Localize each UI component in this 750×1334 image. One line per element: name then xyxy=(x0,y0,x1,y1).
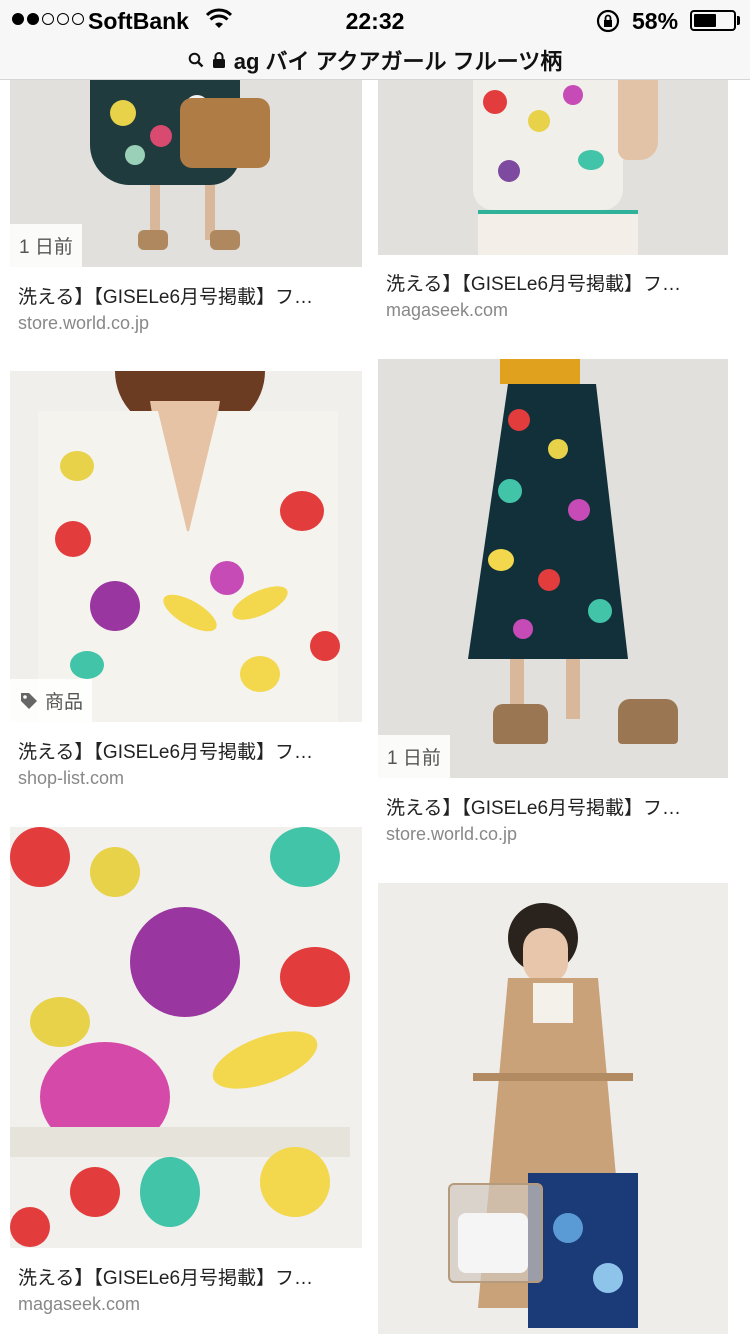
result-source[interactable]: store.world.co.jp xyxy=(18,313,149,334)
result-title[interactable]: 洗える】【GISELe6月号掲載】フ… xyxy=(18,1263,358,1290)
result-image[interactable] xyxy=(378,80,728,255)
result-source[interactable]: shop-list.com xyxy=(18,768,124,789)
result-title[interactable]: 洗える】【GISELe6月号掲載】フ… xyxy=(18,282,358,309)
search-icon xyxy=(188,52,204,68)
result-source[interactable]: magaseek.com xyxy=(386,300,508,321)
result-card[interactable]: 洗える】【GISELe6月号掲載】フ… magaseek.com xyxy=(378,80,728,330)
battery-icon xyxy=(690,10,736,31)
result-card[interactable]: 1 日前 洗える】【GISELe6月号掲載】フ… store.world.co.… xyxy=(10,80,362,340)
address-bar[interactable]: ag バイ アクアガール フルーツ柄 xyxy=(0,40,750,80)
status-bar: SoftBank 22:32 58% xyxy=(0,0,750,40)
result-image[interactable]: 1 日前 xyxy=(10,80,362,267)
battery-percent: 58% xyxy=(632,8,679,34)
result-card[interactable] xyxy=(378,883,728,1334)
lock-icon xyxy=(212,52,225,68)
browser-top-bar: SoftBank 22:32 58% ag バイ アクアガール フルーツ柄 xyxy=(0,0,750,80)
result-title[interactable]: 洗える】【GISELe6月号掲載】フ… xyxy=(18,737,358,764)
result-card[interactable]: 洗える】【GISELe6月号掲載】フ… magaseek.com xyxy=(10,827,362,1317)
result-image[interactable] xyxy=(10,827,362,1248)
result-image[interactable] xyxy=(378,883,728,1334)
time-badge: 1 日前 xyxy=(378,735,450,778)
result-source[interactable]: store.world.co.jp xyxy=(386,824,517,845)
search-query: ag バイ アクアガール フルーツ柄 xyxy=(233,49,563,74)
result-card[interactable]: 商品 洗える】【GISELe6月号掲載】フ… shop-list.com xyxy=(10,371,362,801)
result-title[interactable]: 洗える】【GISELe6月号掲載】フ… xyxy=(386,793,724,820)
result-title[interactable]: 洗える】【GISELe6月号掲載】フ… xyxy=(386,269,724,296)
tag-icon xyxy=(21,692,37,709)
result-image[interactable]: 商品 xyxy=(10,371,362,722)
category-badge: 商品 xyxy=(10,679,93,722)
rotation-lock-icon xyxy=(596,9,620,33)
result-card[interactable]: 1 日前 洗える】【GISELe6月号掲載】フ… store.world.co.… xyxy=(378,359,728,849)
result-image[interactable]: 1 日前 xyxy=(378,359,728,778)
result-source[interactable]: magaseek.com xyxy=(18,1294,140,1315)
time-badge: 1 日前 xyxy=(10,224,82,267)
